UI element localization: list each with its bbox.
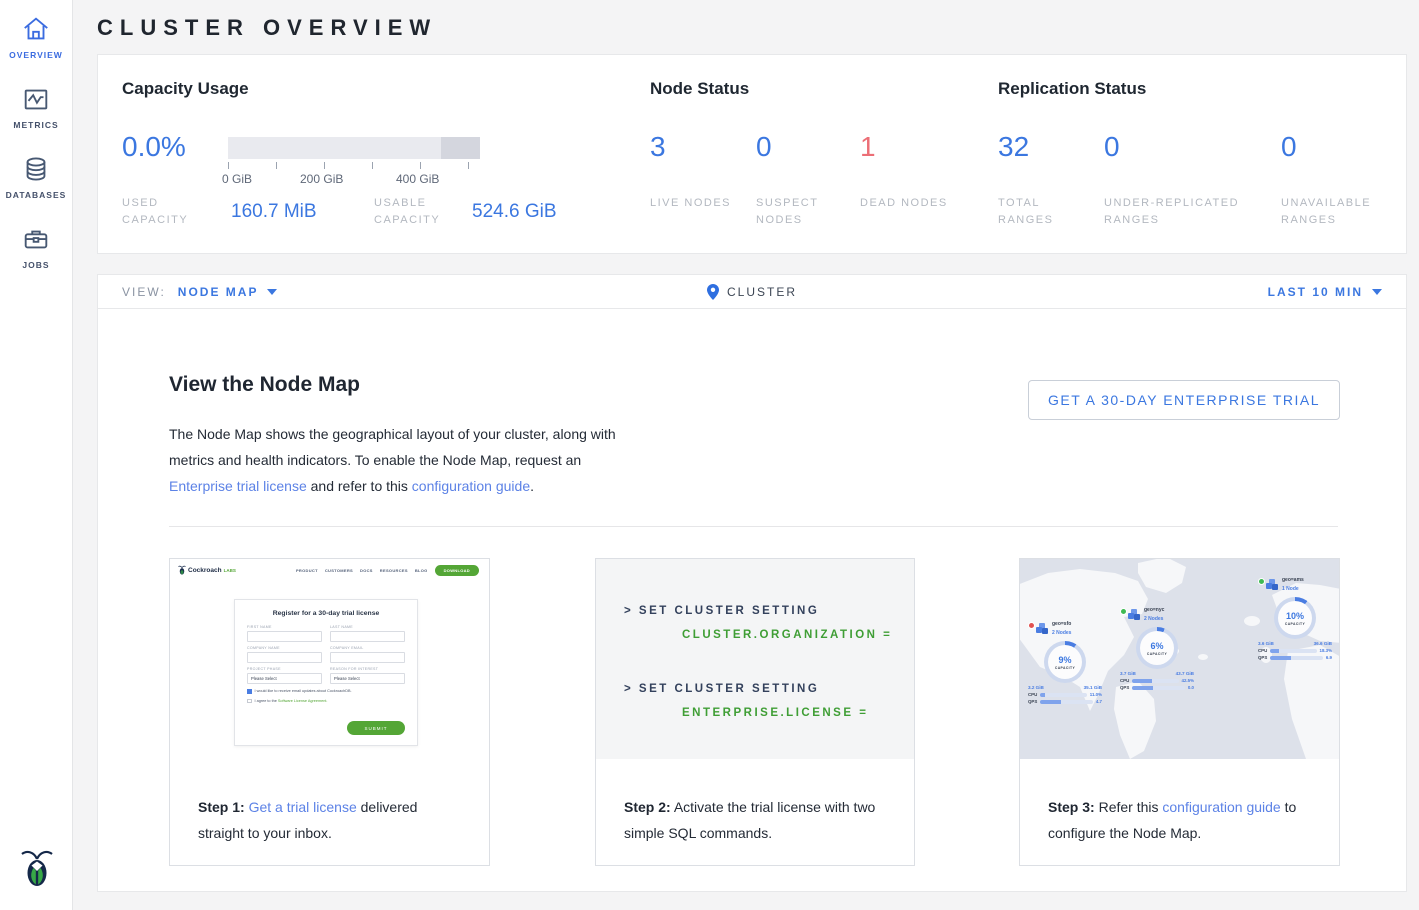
live-nodes-value: 3 xyxy=(650,131,666,163)
step-3-card: geo=sfo 2 Nodes 9% CAPACITY 3.2 GiB35.1 … xyxy=(1019,558,1340,866)
mini-trial-form: Register for a 30-day trial license FIRS… xyxy=(234,599,418,746)
mini-submit-button: SUBMIT xyxy=(347,721,405,735)
enterprise-trial-license-link[interactable]: Enterprise trial license xyxy=(169,478,307,494)
app-root: OVERVIEW METRICS DATABASES JOBS xyxy=(0,0,1419,910)
node-cube-icon xyxy=(1036,623,1049,635)
sidebar-item-databases[interactable]: DATABASES xyxy=(0,140,72,210)
cluster-label: CLUSTER xyxy=(727,285,797,299)
map-pin-icon xyxy=(707,284,719,300)
enterprise-trial-button[interactable]: GET A 30-DAY ENTERPRISE TRIAL xyxy=(1028,380,1340,420)
node-cube-icon xyxy=(1128,609,1141,621)
jobs-icon xyxy=(0,224,72,254)
step-2-caption: Step 2: Activate the trial license with … xyxy=(624,794,890,846)
capacity-bar: 0 GiB 200 GiB 400 GiB xyxy=(228,137,480,186)
page-title: CLUSTER OVERVIEW xyxy=(73,0,1419,54)
cluster-breadcrumb: CLUSTER xyxy=(98,284,1406,300)
sql-code-block: > SET CLUSTER SETTING CLUSTER.ORGANIZATI… xyxy=(596,559,914,759)
databases-icon xyxy=(0,154,72,184)
map-node-nyc: geo=nyc 2 Nodes 6% CAPACITY 3.7 GiB43.7 … xyxy=(1120,607,1194,690)
configuration-guide-link[interactable]: configuration guide xyxy=(412,478,530,494)
unavailable-ranges-label: UNAVAILABLE RANGES xyxy=(1281,195,1371,229)
sidebar-item-metrics[interactable]: METRICS xyxy=(0,70,72,140)
time-range-value: LAST 10 MIN xyxy=(1268,285,1363,299)
section-divider xyxy=(169,526,1338,527)
mini-input xyxy=(247,652,322,663)
step-2-card: > SET CLUSTER SETTING CLUSTER.ORGANIZATI… xyxy=(595,558,915,866)
capacity-usage-title: Capacity Usage xyxy=(122,79,249,99)
time-range-selector[interactable]: LAST 10 MIN xyxy=(1268,285,1382,299)
caret-down-icon xyxy=(267,289,277,295)
mini-site-nav: PRODUCT CUSTOMERS DOCS RESOURCES BLOG DO… xyxy=(296,565,479,576)
configuration-guide-link[interactable]: configuration guide xyxy=(1162,799,1280,815)
step-3-caption: Step 3: Refer this configuration guide t… xyxy=(1048,794,1315,846)
map-node-ams: geo=ams 1 Node 10% CAPACITY 3.6 GiB36.6 … xyxy=(1258,577,1332,660)
total-ranges-value: 32 xyxy=(998,131,1029,163)
sidebar: OVERVIEW METRICS DATABASES JOBS xyxy=(0,0,73,910)
mini-download-button: DOWNLOAD xyxy=(435,565,479,576)
capacity-axis-labels: 0 GiB 200 GiB 400 GiB xyxy=(228,172,480,186)
sidebar-item-label: OVERVIEW xyxy=(0,50,72,60)
sidebar-item-label: DATABASES xyxy=(0,190,72,200)
node-status-title: Node Status xyxy=(650,79,749,99)
main-content: CLUSTER OVERVIEW Capacity Usage 0.0% 0 G… xyxy=(73,0,1419,910)
capacity-axis-ticks xyxy=(228,162,480,171)
get-trial-license-link[interactable]: Get a trial license xyxy=(249,799,357,815)
node-map-preview: geo=sfo 2 Nodes 9% CAPACITY 3.2 GiB35.1 … xyxy=(1020,559,1339,759)
status-dot-dead xyxy=(1028,622,1035,629)
node-map-section-title: View the Node Map xyxy=(169,373,360,397)
replication-status-title: Replication Status xyxy=(998,79,1146,99)
metrics-icon xyxy=(0,84,72,114)
total-ranges-label: TOTAL RANGES xyxy=(998,195,1088,229)
mini-checkbox-checked xyxy=(247,689,252,694)
capacity-donut: 9% CAPACITY xyxy=(1044,641,1086,683)
step-1-caption: Step 1: Get a trial license delivered st… xyxy=(198,794,465,846)
node-cube-icon xyxy=(1266,579,1279,591)
node-map-description: The Node Map shows the geographical layo… xyxy=(169,421,631,499)
mini-input xyxy=(330,631,405,642)
view-bar: VIEW: NODE MAP CLUSTER LAST 10 MIN xyxy=(97,274,1407,309)
unavailable-ranges-value: 0 xyxy=(1281,131,1297,163)
capacity-donut: 10% CAPACITY xyxy=(1274,597,1316,639)
mini-checkbox xyxy=(247,699,252,704)
capacity-percent: 0.0% xyxy=(122,131,186,163)
capacity-bar-usable xyxy=(228,137,441,159)
sidebar-item-label: JOBS xyxy=(0,260,72,270)
sidebar-item-overview[interactable]: OVERVIEW xyxy=(0,0,72,70)
view-selected-value: NODE MAP xyxy=(178,285,259,299)
mini-input xyxy=(330,652,405,663)
step-1-screenshot: Cockroach LABS PRODUCT CUSTOMERS DOCS RE… xyxy=(170,559,489,759)
sidebar-item-label: METRICS xyxy=(0,120,72,130)
view-selector[interactable]: VIEW: NODE MAP xyxy=(122,285,277,299)
mini-input xyxy=(247,631,322,642)
under-replicated-ranges-value: 0 xyxy=(1104,131,1120,163)
suspect-nodes-value: 0 xyxy=(756,131,772,163)
dead-nodes-value: 1 xyxy=(860,131,876,163)
node-map-panel: View the Node Map The Node Map shows the… xyxy=(97,309,1407,892)
map-node-sfo: geo=sfo 2 Nodes 9% CAPACITY 3.2 GiB35.1 … xyxy=(1028,621,1102,704)
status-dot-live xyxy=(1120,608,1127,615)
step-1-card: Cockroach LABS PRODUCT CUSTOMERS DOCS RE… xyxy=(169,558,490,866)
caret-down-icon xyxy=(1372,289,1382,295)
home-icon xyxy=(0,14,72,44)
capacity-donut: 6% CAPACITY xyxy=(1136,627,1178,669)
usable-capacity-value: 524.6 GiB xyxy=(472,201,557,223)
sidebar-item-jobs[interactable]: JOBS xyxy=(0,210,72,280)
mini-cockroach-logo: Cockroach LABS xyxy=(178,565,236,576)
dead-nodes-label: DEAD NODES xyxy=(860,195,950,212)
capacity-bar-reserved xyxy=(441,137,480,159)
live-nodes-label: LIVE NODES xyxy=(650,195,740,212)
mini-select: Please Select xyxy=(247,673,322,684)
under-replicated-ranges-label: UNDER-REPLICATED RANGES xyxy=(1104,195,1269,229)
suspect-nodes-label: SUSPECT NODES xyxy=(756,195,846,229)
cluster-summary-card: Capacity Usage 0.0% 0 GiB 200 GiB 400 Gi… xyxy=(97,54,1407,254)
used-capacity-label: USED CAPACITY xyxy=(122,195,212,229)
mini-select: Please Select xyxy=(330,673,405,684)
status-dot-live xyxy=(1258,578,1265,585)
used-capacity-value: 160.7 MiB xyxy=(231,201,317,223)
view-label: VIEW: xyxy=(122,285,166,299)
cockroach-logo[interactable] xyxy=(0,847,73,896)
usable-capacity-label: USABLE CAPACITY xyxy=(374,195,464,229)
cockroach-glyph-icon xyxy=(178,565,186,576)
